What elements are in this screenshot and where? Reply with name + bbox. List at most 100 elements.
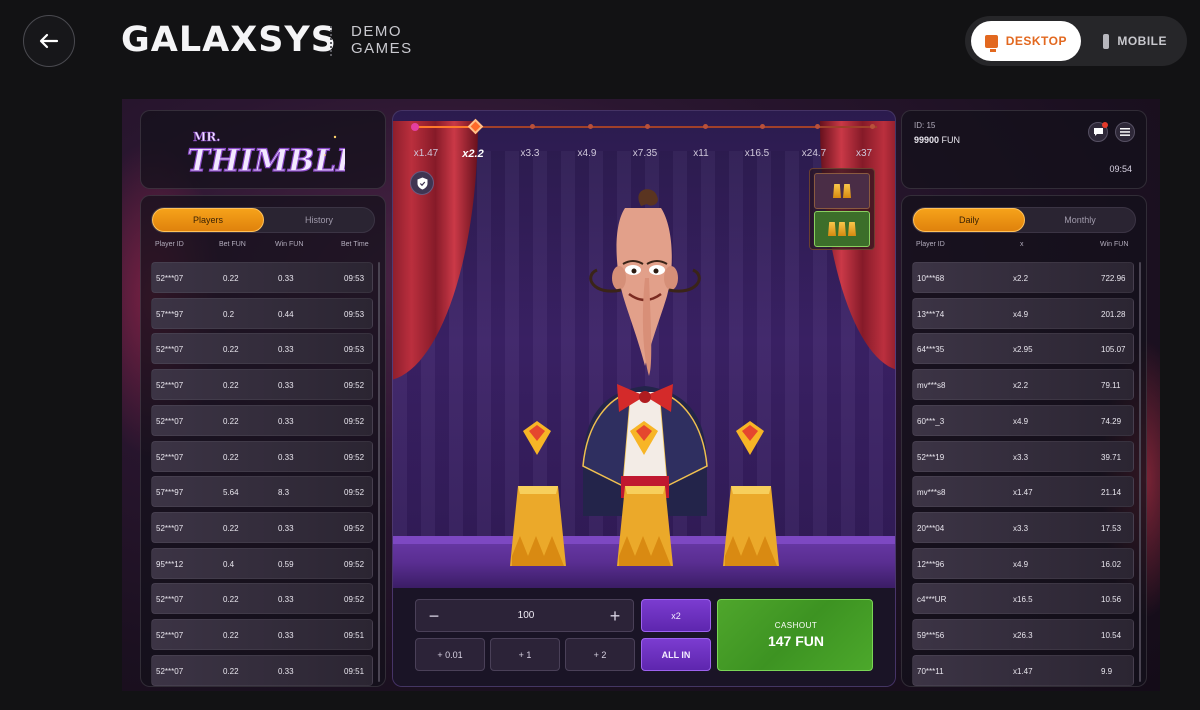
monitor-icon (985, 34, 998, 52)
cashout-button[interactable]: CASHOUT 147 FUN (717, 599, 873, 671)
all-in-button[interactable]: ALL IN (641, 638, 711, 671)
cashout-amount: 147 FUN (767, 633, 825, 649)
player-id-cell: 95***12 (156, 559, 184, 569)
win-cell: 0.33 (278, 523, 294, 533)
win-cell: 8.3 (278, 488, 290, 498)
bet-cell: 0.22 (223, 345, 239, 355)
tab-daily[interactable]: Daily (913, 208, 1025, 232)
leaderboard-table-row: 12***96 x4.9 16.02 (912, 547, 1134, 579)
multiplier-cell: x1.47 (1013, 666, 1033, 676)
multiplier-label: x3.3 (520, 148, 540, 159)
leaderboard-table-row: mv***s8 x1.47 21.14 (912, 476, 1134, 508)
player-id-cell: 52***07 (156, 631, 184, 640)
add-1-button[interactable]: + 1 (490, 638, 560, 671)
leaderboard-table-row: 60***_3 x4.9 74.29 (912, 404, 1134, 436)
double-bet-button[interactable]: x2 (641, 599, 711, 632)
player-table-row: 57***97 0.2 0.44 09:53 (151, 297, 373, 329)
bet-cell: 0.4 (223, 559, 235, 569)
provably-fair-button[interactable] (410, 171, 434, 195)
players-tabs: Players History (151, 207, 375, 233)
back-button[interactable] (23, 15, 75, 67)
player-table-row: 52***07 0.22 0.33 09:52 (151, 404, 373, 436)
win-cell: 0.33 (278, 274, 294, 283)
notification-dot (1102, 122, 1108, 128)
leaderboard-table-row: 70***11 x1.47 9.9 (912, 654, 1134, 686)
mobile-label: MOBILE (1117, 34, 1167, 48)
leaderboard-table-row: 52***19 x3.3 39.71 (912, 440, 1134, 472)
win-cell: 21.14 (1101, 488, 1122, 498)
game-frame: MR. THIMBLE Players History Player ID Be… (122, 99, 1160, 691)
track-tick (588, 124, 593, 129)
chat-icon (1093, 128, 1103, 136)
player-id-cell: 10***68 (917, 274, 945, 283)
player-id-cell: 20***04 (917, 523, 945, 533)
leaderboard-panel: Daily Monthly Player ID x Win FUN 10***6… (901, 195, 1147, 687)
player-id-cell: 52***07 (156, 345, 184, 355)
player-id-cell: 52***07 (156, 381, 184, 391)
col-bet: Bet FUN (219, 241, 246, 248)
cup-mode-selector (809, 168, 875, 250)
col-win: Win FUN (275, 241, 304, 248)
user-balance: 99900 FUN (914, 135, 960, 145)
leaderboard-table-row: 64***35 x2.95 105.07 (912, 333, 1134, 365)
bet-cell: 0.22 (223, 523, 239, 533)
bet-cell: 0.22 (223, 452, 239, 462)
multiplier-label: x1.47 (413, 148, 439, 159)
col-win: Win FUN (1100, 241, 1129, 248)
win-cell: 74.29 (1101, 416, 1122, 426)
players-scrollbar[interactable] (378, 262, 380, 682)
col-bet-time: Bet Time (341, 241, 369, 248)
bet-amount-value[interactable]: 100 (476, 610, 576, 621)
menu-button[interactable] (1115, 122, 1135, 142)
win-cell: 10.56 (1101, 595, 1122, 605)
thimble-cup-right[interactable] (723, 486, 779, 566)
win-cell: 17.53 (1101, 523, 1122, 533)
gem-icon (736, 421, 764, 455)
bet-cell: 0.22 (223, 631, 239, 640)
balance-amount: 99900 (914, 135, 940, 145)
leaderboard-table-row: 59***56 x26.3 10.54 (912, 619, 1134, 650)
multiplier-cell: x16.5 (1013, 595, 1033, 605)
increase-bet-button[interactable]: + (605, 606, 625, 626)
tab-history[interactable]: History (264, 208, 374, 232)
tab-monthly[interactable]: Monthly (1025, 208, 1135, 232)
player-table-row: 52***07 0.22 0.33 09:51 (151, 654, 373, 686)
player-id-cell: 57***97 (156, 309, 184, 319)
thimble-cup-middle[interactable] (617, 486, 673, 566)
win-cell: 39.71 (1101, 452, 1122, 462)
two-cup-mode-button[interactable] (814, 173, 870, 209)
shield-icon (417, 177, 427, 189)
bet-time-cell: 09:52 (344, 488, 365, 498)
thimble-cup-left[interactable] (510, 486, 566, 566)
bet-time-cell: 09:53 (344, 274, 365, 283)
three-cup-mode-button[interactable] (814, 211, 870, 247)
bet-cell: 0.22 (223, 666, 239, 676)
add-2-button[interactable]: + 2 (565, 638, 635, 671)
brand-logo: GALAXSYS (121, 20, 337, 60)
mobile-toggle-button[interactable]: MOBILE (1089, 21, 1181, 61)
desktop-label: DESKTOP (1005, 34, 1067, 48)
cup-icon (833, 184, 841, 198)
player-id-cell: 52***07 (156, 666, 184, 676)
player-table-row: 52***07 0.22 0.33 09:52 (151, 369, 373, 401)
player-table-row: 52***07 0.22 0.33 09:52 (151, 583, 373, 615)
chat-button[interactable] (1088, 122, 1108, 142)
bet-cell: 5.64 (223, 488, 239, 498)
player-id-cell: c4***UR (917, 595, 947, 605)
decrease-bet-button[interactable]: − (424, 606, 444, 626)
leaderboard-scrollbar[interactable] (1139, 262, 1141, 682)
track-tick (760, 124, 765, 129)
player-id-cell: mv***s8 (917, 488, 946, 498)
tab-players[interactable]: Players (152, 208, 264, 232)
track-tick (870, 124, 875, 129)
desktop-toggle-button[interactable]: DESKTOP (971, 21, 1081, 61)
win-cell: 201.28 (1101, 309, 1126, 319)
clock-time: 09:54 (1109, 164, 1132, 174)
player-id-cell: 52***07 (156, 452, 184, 462)
add-0-01-button[interactable]: + 0.01 (415, 638, 485, 671)
brand-subtitle-line2: GAMES (351, 40, 413, 57)
bet-cell: 0.22 (223, 416, 239, 426)
bet-time-cell: 09:52 (344, 416, 365, 426)
multiplier-cell: x4.9 (1013, 309, 1029, 319)
player-table-row: 57***97 5.64 8.3 09:52 (151, 476, 373, 508)
